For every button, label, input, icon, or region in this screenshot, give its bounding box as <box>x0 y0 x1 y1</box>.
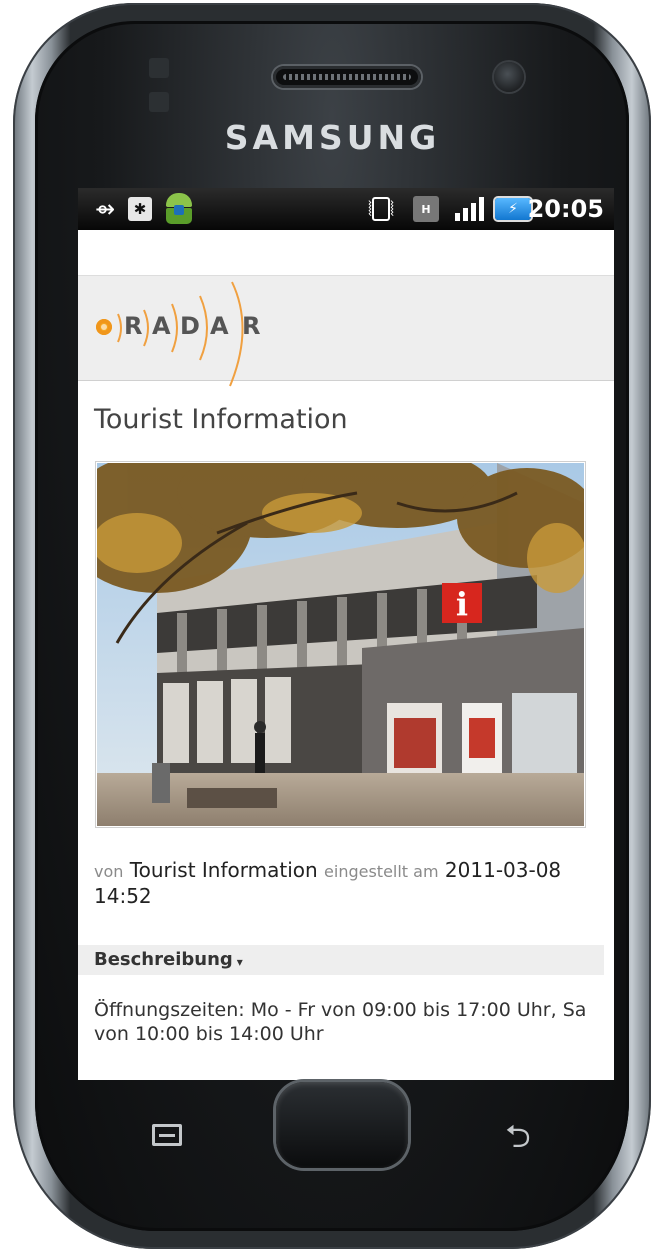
usb-icon: ⇴ <box>94 195 116 223</box>
logo-letter: R <box>242 312 261 340</box>
logo-letter: A <box>152 312 171 340</box>
posted-label: eingestellt am <box>324 862 439 881</box>
status-clock: 20:05 <box>527 195 604 223</box>
svg-text:i: i <box>456 585 468 623</box>
menu-key[interactable] <box>146 1116 202 1156</box>
tourist-office-photo: i <box>78 448 597 826</box>
back-key[interactable]: ⮌ <box>490 1116 546 1156</box>
chevron-down-icon: ▾ <box>236 955 243 969</box>
logo-letter: R <box>124 312 143 340</box>
brand-logo: SAMSUNG <box>224 118 441 157</box>
screen: ⇴ ✱ ⦚ ⦚ H ⚡ 20:05 R A D A R Tourist Info… <box>78 188 614 1080</box>
radar-logo-dot <box>96 319 112 335</box>
logo-letter: A <box>210 312 229 340</box>
section-label: Beschreibung <box>94 949 233 970</box>
light-sensor <box>149 92 169 112</box>
proximity-sensor <box>149 58 169 78</box>
logo-letter: D <box>180 312 200 340</box>
author-link[interactable]: Tourist Information <box>130 858 318 882</box>
page-title: Tourist Information <box>94 404 348 435</box>
hspa-data-icon: H <box>408 194 444 224</box>
menu-icon <box>152 1124 182 1146</box>
by-label: von <box>94 862 124 881</box>
description-text: Öffnungszeiten: Mo - Fr von 09:00 bis 17… <box>94 999 587 1045</box>
status-bar: ⇴ ✱ ⦚ ⦚ H ⚡ 20:05 <box>78 188 614 230</box>
android-notification-icon <box>158 193 200 224</box>
usb-debugging-icon: ✱ <box>126 194 154 224</box>
app-content: R A D A R Tourist Information i von Tour… <box>78 230 614 1080</box>
radar-logo[interactable]: R A D A R <box>92 270 312 390</box>
home-button[interactable] <box>276 1082 408 1168</box>
earpiece-speaker <box>273 66 421 88</box>
vibrate-icon: ⦚ ⦚ <box>367 197 395 221</box>
signal-icon <box>450 194 488 224</box>
front-camera <box>494 62 524 92</box>
post-meta: von Tourist Information eingestellt am 2… <box>94 858 594 909</box>
back-icon: ⮌ <box>505 1117 531 1155</box>
location-photo[interactable]: i <box>78 448 597 828</box>
description-section-toggle[interactable]: Beschreibung ▾ <box>78 945 604 975</box>
